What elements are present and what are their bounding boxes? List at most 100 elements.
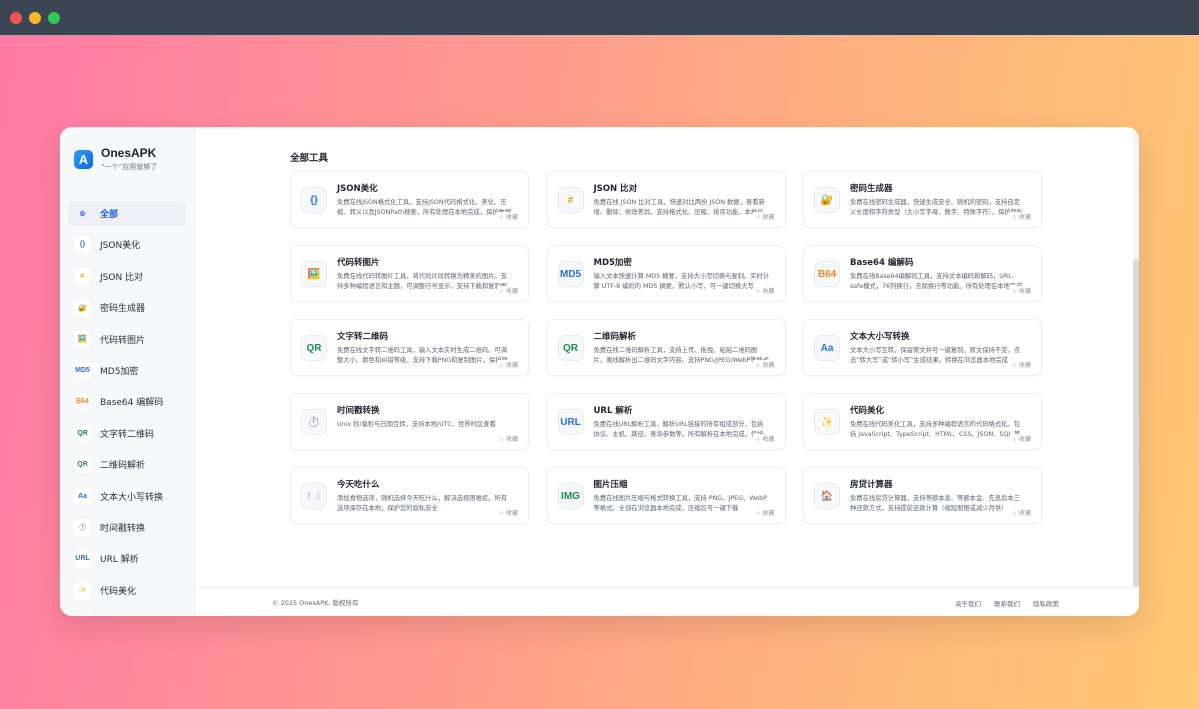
sidebar-item-label: 代码美化 bbox=[100, 586, 137, 597]
sidebar-item-5[interactable]: MD5 MD5加密 bbox=[68, 358, 186, 383]
section-title: 全部工具 bbox=[290, 153, 329, 164]
tool-card-icon: {} bbox=[301, 187, 327, 213]
tool-card[interactable]: QR 二维码解析 免费在线二维码解析工具，支持上传、拖拽、粘贴二维码图片，离线解析出… bbox=[546, 319, 786, 376]
sidebar-item-icon: Aa bbox=[74, 487, 91, 505]
sidebar-item-8[interactable]: QR 二维码解析 bbox=[68, 452, 186, 477]
favorite-button[interactable]: ☆ 收藏 bbox=[753, 508, 775, 517]
favorite-button[interactable]: ☆ 收藏 bbox=[1009, 286, 1031, 295]
sidebar-item-label: 二维码解析 bbox=[100, 461, 146, 472]
tool-card-description: 免费在线文字转二维码工具，输入文本实时生成二维码。可调整大小、颜色和纠错等级，支… bbox=[337, 347, 508, 364]
brand-name: OnesAPK bbox=[101, 146, 157, 160]
tool-card-description: Unix 秒/毫秒与日期互转，支持本地/UTC、世界时区查看 bbox=[337, 421, 496, 428]
footer-link-about[interactable]: 关于我们 bbox=[955, 598, 981, 608]
tool-card[interactable]: 🏠 房贷计算器 免费在线房贷计算器，支持等额本息、等额本金、先息后本三种还款方式，支… bbox=[803, 467, 1042, 524]
sidebar-item-4[interactable]: 🖼️ 代码转图片 bbox=[68, 327, 186, 352]
favorite-button[interactable]: ☆ 收藏 bbox=[1009, 360, 1031, 369]
tool-card[interactable]: {} JSON美化免费在线JSON格式化工具，支持JSON代码格式化、美化、压缩、… bbox=[290, 171, 529, 228]
footer-copyright: © 2025 OnesAPK. 版权所有 bbox=[272, 599, 359, 607]
sidebar-item-icon: B64 bbox=[74, 393, 91, 411]
favorite-button[interactable]: ☆ 收藏 bbox=[753, 434, 775, 443]
tool-card[interactable]: IMG 图片压缩 免费在线图片压缩与格式转换工具，支持 PNG、JPEG、WebP … bbox=[546, 467, 786, 524]
favorite-button[interactable]: ☆ 收藏 bbox=[753, 212, 775, 221]
favorite-button[interactable]: ☆ 收藏 bbox=[753, 360, 775, 369]
tool-card-title: 二维码解析 bbox=[593, 332, 637, 342]
scrollbar-thumb[interactable] bbox=[1133, 259, 1139, 587]
sidebar-item-0[interactable]: ⚙ 全部 bbox=[68, 201, 186, 226]
favorite-button[interactable]: ☆ 收藏 bbox=[496, 212, 518, 221]
favorite-button[interactable]: ☆ 收藏 bbox=[1009, 508, 1031, 517]
tool-card-description: 免费在线URL解析工具，解析URL链接的所有组成部分，包括协议、主机、路径、查询… bbox=[593, 421, 764, 438]
tool-card-title: 文字转二维码 bbox=[337, 332, 389, 342]
sidebar-item-label: Base64 编解码 bbox=[100, 398, 164, 409]
footer-link-contact[interactable]: 联系我们 bbox=[994, 598, 1020, 608]
tool-card-description: 免费在线代码美化工具，支持多种编程语言的代码格式化。包括 JavaScript、… bbox=[850, 421, 1021, 438]
sidebar-item-13[interactable]: 🍽️ 今天吃什么 bbox=[68, 609, 186, 616]
sidebar-item-icon: QR bbox=[74, 424, 91, 442]
brand-text: OnesAPK “一个”应用就够了 bbox=[101, 146, 157, 172]
tool-card[interactable]: 🔐 密码生成器 免费在线密码生成器，快速生成安全、随机的密码。支持自定义长度和字符类… bbox=[803, 171, 1042, 228]
tool-card[interactable]: B64 Base64 编解码 免费在线Base64编解码工具，支持文本编码和解码，U… bbox=[803, 245, 1042, 302]
brand-tagline: “一个”应用就够了 bbox=[101, 163, 158, 171]
sidebar-item-6[interactable]: B64 Base64 编解码 bbox=[68, 389, 186, 414]
tool-card-description: 免费在线JSON格式化工具，支持JSON代码格式化、美化、压缩、转义以及JSON… bbox=[337, 199, 511, 216]
sidebar-item-icon: 🔐 bbox=[74, 299, 91, 317]
sidebar-item-icon: 🖼️ bbox=[74, 330, 91, 348]
tool-card-description: 免费在线房贷计算器，支持等额本息、等额本金、先息后本三种还款方式，支持提前还款计… bbox=[850, 495, 1021, 512]
minimize-window-button[interactable] bbox=[29, 11, 41, 24]
tool-card-description: 免费在线Base64编解码工具，支持文本编码和解码，URL-safe模式，76列… bbox=[850, 273, 1023, 290]
sidebar-item-label: 今天吃什么 bbox=[100, 615, 145, 616]
sidebar-item-label: JSON美化 bbox=[100, 241, 141, 252]
tool-card-title: 密码生成器 bbox=[850, 184, 893, 194]
close-window-button[interactable] bbox=[10, 11, 22, 24]
favorite-button[interactable]: ☆ 收藏 bbox=[1009, 212, 1031, 221]
brand[interactable]: A OnesAPK “一个”应用就够了 bbox=[68, 141, 186, 177]
favorite-button[interactable]: ☆ 收藏 bbox=[753, 286, 775, 295]
maximize-window-button[interactable] bbox=[48, 11, 60, 24]
tool-card-icon: 🖼️ bbox=[301, 261, 327, 287]
tool-card[interactable]: 🍽️ 今天吃什么 添加食物选项，随机选择今天吃什么，解决选择困难症。所有选项保存在本… bbox=[290, 467, 529, 524]
sidebar-item-9[interactable]: Aa 文本大小写转换 bbox=[68, 484, 186, 509]
favorite-button[interactable]: ☆ 收藏 bbox=[496, 286, 518, 295]
tool-card[interactable]: ⏱️ 时间戳转换 Unix 秒/毫秒与日期互转，支持本地/UTC、世界时区查看 ☆ 收… bbox=[290, 393, 529, 450]
sidebar-nav: ⚙ 全部 {} JSON美化 ≠ JSON 比对 🔐 密码生成器 🖼️ 代码转图片 MD5 MD5加密… bbox=[68, 201, 186, 616]
tool-card[interactable]: 🖼️ 代码转图片 免费在线代码转图片工具，将代码片段转换为精美的图片。支持多种编程语… bbox=[290, 245, 529, 302]
favorite-button[interactable]: ☆ 收藏 bbox=[1009, 434, 1031, 443]
sidebar-item-label: 时间戳转换 bbox=[100, 523, 146, 534]
tool-card[interactable]: QR 文字转二维码 免费在线文字转二维码工具，输入文本实时生成二维码。可调整大小、颜… bbox=[290, 319, 529, 376]
favorite-button[interactable]: ☆ 收藏 bbox=[496, 434, 518, 443]
tool-card-title: 文本大小写转换 bbox=[850, 332, 910, 342]
favorite-button[interactable]: ☆ 收藏 bbox=[496, 360, 518, 369]
sidebar-item-7[interactable]: QR 文字转二维码 bbox=[68, 421, 186, 446]
tool-card[interactable]: MD5 MD5加密 输入文本快速计算 MD5 摘要，支持大小写切换与复制。实时计算 … bbox=[546, 245, 786, 302]
sidebar-item-2[interactable]: ≠ JSON 比对 bbox=[68, 264, 186, 289]
sidebar-item-icon: ⚙ bbox=[79, 210, 86, 218]
sidebar-item-3[interactable]: 🔐 密码生成器 bbox=[68, 295, 186, 320]
tool-card[interactable]: Aa 文本大小写转换 文本大小写互转，保留原文并可一键复制。原文保持不变，点击“转大… bbox=[803, 319, 1042, 376]
tool-card-description: 免费在线代码转图片工具，将代码片段转换为精美的图片。支持多种编程语言和主题，可调… bbox=[337, 273, 508, 290]
sidebar-item-label: MD5加密 bbox=[100, 366, 139, 377]
sidebar-item-label: 文字转二维码 bbox=[100, 429, 155, 440]
sidebar-item-10[interactable]: ⏱️ 时间戳转换 bbox=[68, 515, 186, 540]
tool-card-icon: 🏠 bbox=[814, 483, 840, 509]
sidebar-item-11[interactable]: URL URL 解析 bbox=[68, 546, 186, 571]
window-titlebar bbox=[0, 0, 1199, 35]
tool-card-title: 代码美化 bbox=[850, 406, 885, 416]
sidebar-item-12[interactable]: ✨ 代码美化 bbox=[68, 578, 186, 603]
sidebar-item-label: 密码生成器 bbox=[100, 304, 146, 315]
tool-card[interactable]: URL URL 解析 免费在线URL解析工具，解析URL链接的所有组成部分，包括协议… bbox=[546, 393, 786, 450]
tool-card[interactable]: ≠ JSON 比对 免费在线 JSON 比对工具，快速对比两份 JSON 数据，查看… bbox=[546, 171, 786, 228]
tool-card-icon: ✨ bbox=[814, 409, 840, 435]
favorite-button[interactable]: ☆ 收藏 bbox=[496, 508, 518, 517]
tool-card-description: 添加食物选项，随机选择今天吃什么，解决选择困难症。所有选项保存在本地，保护您的隐… bbox=[337, 495, 508, 512]
tool-card-icon: IMG bbox=[557, 483, 584, 509]
tool-card-title: MD5加密 bbox=[593, 258, 632, 268]
sidebar-item-icon: URL bbox=[74, 550, 91, 568]
tool-card[interactable]: ✨ 代码美化免费在线代码美化工具，支持多种编程语言的代码格式化。包括 JavaSc… bbox=[803, 393, 1042, 450]
tool-card-title: JSON美化 bbox=[337, 184, 378, 194]
sidebar-item-1[interactable]: {} JSON美化 bbox=[68, 232, 186, 257]
sidebar-item-icon: {} bbox=[74, 236, 91, 254]
footer-link-privacy[interactable]: 隐私政策 bbox=[1033, 598, 1059, 608]
sidebar-item-label: 文本大小写转换 bbox=[100, 492, 164, 503]
tool-grid: {} JSON美化免费在线JSON格式化工具，支持JSON代码格式化、美化、压缩、… bbox=[290, 171, 1042, 524]
tool-card-description: 免费在线图片压缩与格式转换工具，支持 PNG、JPEG、WebP 等格式。全部在… bbox=[593, 495, 767, 512]
